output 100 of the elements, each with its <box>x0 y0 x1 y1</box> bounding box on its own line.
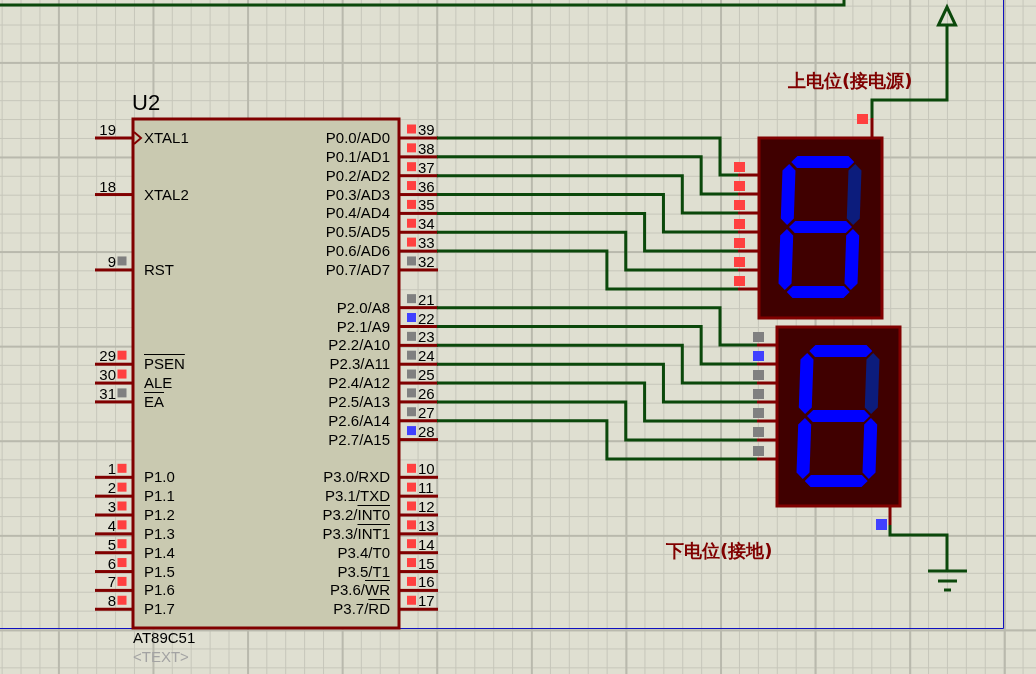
pin-line <box>400 325 438 328</box>
annotation-text: 上电位(接电源) <box>788 70 913 91</box>
pin-line <box>400 343 438 347</box>
pin-label: P0.0/AD0 <box>325 130 390 146</box>
pin-label: P2.1/A9 <box>336 318 390 335</box>
pin-label: P1.3 <box>144 525 175 542</box>
pin-line <box>757 419 777 423</box>
pin-line <box>400 381 438 385</box>
pin-label: P2.3/A11 <box>329 356 390 373</box>
pin-line <box>738 268 759 272</box>
pin-line <box>95 551 132 555</box>
pin-line <box>738 192 759 196</box>
pin-line <box>400 588 438 592</box>
pin-line <box>757 381 777 385</box>
pin-label: P0.6/AD6 <box>325 243 390 260</box>
pin-number: 17 <box>418 593 435 610</box>
pin-number: 25 <box>418 367 435 384</box>
part-name: AT89C51 <box>133 629 196 646</box>
pin-label: P3.0/RXD <box>323 469 390 486</box>
pin-line <box>757 400 777 404</box>
pin-label: P2.6/A14 <box>328 412 390 429</box>
pin-number: 3 <box>107 499 116 515</box>
pin-label: PSEN <box>144 356 185 373</box>
pin-line <box>95 193 132 197</box>
pin-line <box>757 457 777 461</box>
pin-label: P1.0 <box>144 469 175 486</box>
pin-label: RST <box>144 261 174 278</box>
pin-number: 16 <box>418 574 435 591</box>
pin-label: P3.7/RD <box>333 601 390 618</box>
component-reference: U2 <box>132 91 161 115</box>
pin-line <box>95 268 132 272</box>
pin-number: 21 <box>418 291 435 308</box>
pin-number: 38 <box>418 140 435 157</box>
pin-line <box>95 475 132 479</box>
pin-label: P0.2/AD2 <box>325 167 390 184</box>
pin-line <box>738 211 759 215</box>
pin-line <box>400 362 438 366</box>
pin-label: EA <box>144 393 164 410</box>
pin-line <box>400 249 438 253</box>
pin-line <box>757 362 777 366</box>
pin-number: 33 <box>418 235 435 252</box>
pin-line <box>400 513 438 517</box>
pin-label: P1.6 <box>144 582 175 599</box>
pin-label: P0.7/AD7 <box>325 261 390 278</box>
pin-number: 31 <box>99 385 116 402</box>
pin-number: 1 <box>107 461 116 478</box>
pin-line <box>95 513 132 517</box>
pin-number: 6 <box>107 555 116 572</box>
pin-number: 34 <box>418 216 435 233</box>
pin-number: 7 <box>107 574 116 591</box>
wire <box>888 525 949 571</box>
pin-label: ALE <box>144 375 173 392</box>
pin-number: 14 <box>418 536 435 553</box>
pin-number: 22 <box>418 310 435 327</box>
pin-label: P3.2/INT0 <box>322 507 390 523</box>
pin-number: 24 <box>418 348 435 365</box>
pin-number: 2 <box>107 480 116 497</box>
pin-line <box>95 494 132 498</box>
pin-label: P1.1 <box>144 488 175 505</box>
pin-label: P2.7/A15 <box>328 431 390 448</box>
pin-line <box>400 438 438 442</box>
pin-number: 15 <box>418 555 435 572</box>
pin-number: 9 <box>107 253 116 270</box>
pin-number: 13 <box>418 517 435 534</box>
pin-line <box>400 136 438 140</box>
pin-label: P1.5 <box>144 563 175 580</box>
pin-label: P0.5/AD5 <box>325 224 390 241</box>
pin-line <box>400 155 438 159</box>
pin-line <box>400 174 438 178</box>
pin-line <box>400 400 438 404</box>
pin-number: 11 <box>418 480 434 497</box>
pin-line <box>400 570 438 574</box>
pin-label: P2.5/A13 <box>328 393 390 410</box>
pin-line <box>757 343 777 347</box>
pin-line <box>400 475 438 479</box>
ground-symbol <box>928 569 967 592</box>
pin-label: P1.4 <box>144 544 175 561</box>
pin-line <box>888 507 892 525</box>
pin-number: 19 <box>99 122 116 138</box>
pin-line <box>400 230 438 234</box>
pin-line <box>400 419 438 423</box>
pin-label: P2.2/A10 <box>328 337 390 354</box>
pin-line <box>95 607 132 611</box>
pin-number: 26 <box>418 385 435 402</box>
pin-label: P2.4/A12 <box>328 375 390 392</box>
pin-line <box>400 193 438 197</box>
pin-label: P0.1/AD1 <box>325 148 390 165</box>
pin-line <box>95 362 132 366</box>
pin-label: P3.5/T1 <box>337 563 390 580</box>
pin-label: P3.4/T0 <box>337 544 390 561</box>
pin-line <box>95 570 132 574</box>
pin-label: P3.1/TXD <box>324 488 390 505</box>
pin-line <box>400 494 438 498</box>
pin-line <box>400 532 438 536</box>
pin-line <box>400 268 438 272</box>
pin-label: P2.0/A8 <box>336 299 390 316</box>
pin-line <box>95 136 132 140</box>
pin-number: 8 <box>107 593 116 610</box>
pin-number: 27 <box>418 404 435 421</box>
pin-number: 23 <box>418 329 435 346</box>
